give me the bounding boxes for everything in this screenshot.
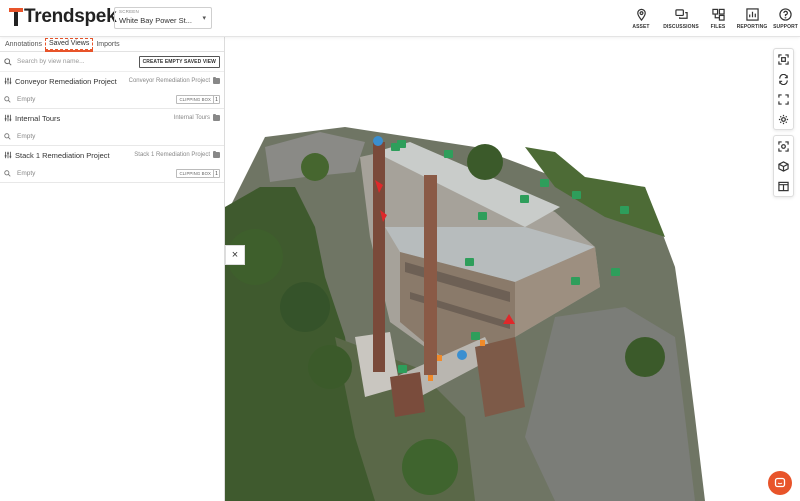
saved-view-group: Conveyor Remediation Project [128,78,210,84]
badge-label: CLIPPING BOX [179,96,211,102]
logo-mark-icon [9,8,23,26]
sliders-icon [4,151,12,159]
3d-view-button[interactable] [774,156,793,176]
nav-discussions-label: DISCUSSIONS [663,23,699,30]
sync-button[interactable] [774,69,793,89]
asset-selector[interactable]: SCREEN White Bay Power St... ▾ [114,7,212,29]
saved-view-item[interactable]: Internal Tours Internal Tours Empty [0,109,224,146]
settings-icon [778,114,789,124]
nav-support[interactable]: SUPPORT [771,0,800,37]
saved-view-item[interactable]: Stack 1 Remediation Project Stack 1 Reme… [0,146,224,183]
fullscreen-icon [778,93,789,105]
search-icon [4,169,11,177]
saved-view-name[interactable]: Stack 1 Remediation Project [15,151,134,160]
folder-icon[interactable] [213,76,220,84]
nav-asset[interactable]: ASSET [623,0,659,37]
reporting-icon [745,7,759,21]
split-view-button[interactable] [774,176,793,196]
saved-views-toolbar: Search by view name... CREATE EMPTY SAVE… [0,52,224,72]
screenshot-button[interactable] [774,49,793,69]
sliders-icon [4,77,12,85]
viewer-toolbar-bottom [773,135,794,197]
power-station-3d-model[interactable] [225,37,800,501]
badge-count: 1 [213,95,219,103]
clipping-box-badge: CLIPPING BOX 1 [176,94,220,104]
nav-reporting-label: REPORTING [736,23,768,30]
tab-saved-views[interactable]: Saved Views [44,38,94,52]
saved-view-item[interactable]: Conveyor Remediation Project Conveyor Re… [0,72,224,109]
trendspek-logo[interactable]: Trendspek [9,6,117,28]
nav-files[interactable]: FILES [703,0,733,37]
split-view-icon [778,181,789,191]
nav-support-label: SUPPORT [773,23,798,30]
settings-button[interactable] [774,109,793,129]
nav-discussions[interactable]: DISCUSSIONS [659,0,703,37]
nav-asset-label: ASSET [632,23,650,30]
chimney-left[interactable] [373,142,385,372]
chimney-right[interactable] [424,175,437,375]
asset-selector-value: White Bay Power St... [119,16,192,25]
tab-imports[interactable]: Imports [93,41,122,51]
saved-view-status: Empty [17,95,36,103]
location-pin-icon [636,8,646,21]
viewer-toolbar-top [773,48,794,130]
saved-view-group: Stack 1 Remediation Project [134,152,210,158]
nav-reporting[interactable]: REPORTING [733,0,771,37]
chevron-down-icon: ▾ [202,15,206,22]
create-empty-saved-view-button[interactable]: CREATE EMPTY SAVED VIEW [138,55,220,68]
help-icon [779,7,792,21]
close-panel-button[interactable]: × [225,245,245,265]
focus-button[interactable] [774,136,793,156]
tab-annotations[interactable]: Annotations [2,41,45,51]
cube-icon [778,160,789,172]
top-nav: ASSET DISCUSSIONS FILES REPORTING SUPPOR… [623,0,800,37]
search-input[interactable]: Search by view name... [17,58,139,65]
chat-bubbles-icon [674,8,688,19]
folder-icon[interactable] [213,113,220,121]
search-icon [4,57,12,66]
chat-icon [774,477,786,488]
saved-view-name[interactable]: Conveyor Remediation Project [15,77,129,86]
sidebar-tabs: Annotations Saved Views Imports [0,37,224,52]
nav-files-label: FILES [710,23,726,30]
sliders-icon [4,114,12,122]
files-icon [711,8,725,21]
folder-icon[interactable] [213,150,220,158]
clipping-box-badge: CLIPPING BOX 1 [176,168,220,178]
fullscreen-button[interactable] [774,89,793,109]
screenshot-icon [778,53,789,65]
badge-count: 1 [213,169,219,177]
chat-support-button[interactable] [768,471,792,495]
focus-icon [778,140,789,152]
saved-view-status: Empty [17,169,36,177]
saved-view-status: Empty [17,132,36,140]
saved-views-sidebar: Annotations Saved Views Imports Search b… [0,37,225,501]
sync-icon [779,73,788,85]
saved-view-name[interactable]: Internal Tours [15,114,174,123]
search-icon [4,132,11,140]
search-icon [4,95,11,103]
logo-text: Trendspek [24,6,117,27]
3d-model-viewer[interactable] [225,37,800,501]
saved-view-group: Internal Tours [173,115,210,121]
badge-label: CLIPPING BOX [179,170,211,176]
app-header: Trendspek SCREEN White Bay Power St... ▾… [0,0,800,37]
